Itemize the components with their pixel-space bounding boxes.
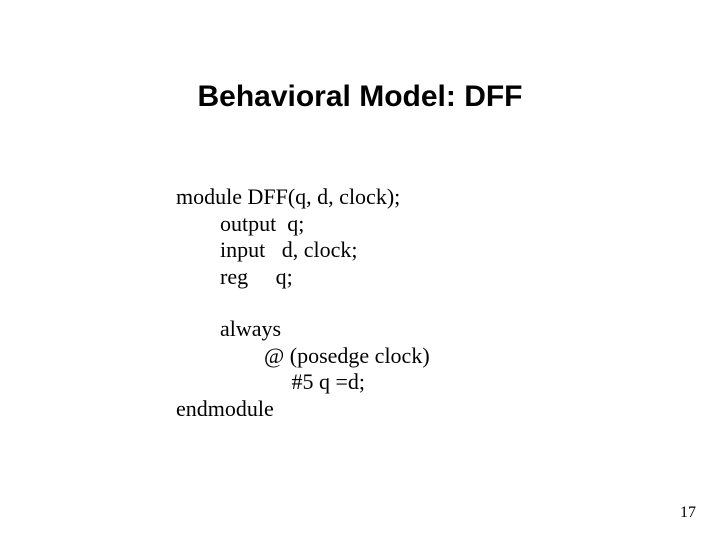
code-block: module DFF(q, d, clock); output q; input…: [176, 158, 430, 448]
code-line: #5 q =d;: [176, 369, 365, 394]
code-line: reg q;: [176, 264, 293, 289]
code-line: @ (posedge clock): [176, 343, 430, 368]
code-line: input d, clock;: [176, 237, 357, 262]
code-line: output q;: [176, 211, 304, 236]
code-line: module DFF(q, d, clock);: [176, 184, 400, 209]
page-number: 17: [680, 504, 696, 522]
slide-title: Behavioral Model: DFF: [0, 80, 720, 114]
code-line: always: [176, 316, 281, 341]
code-line: endmodule: [176, 396, 274, 421]
slide: Behavioral Model: DFF module DFF(q, d, c…: [0, 0, 720, 540]
